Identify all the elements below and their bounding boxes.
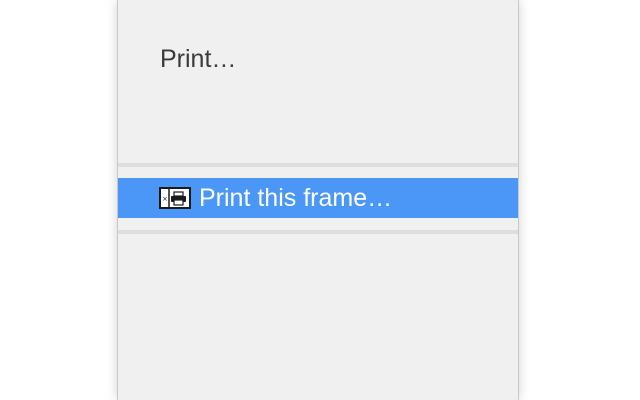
menu-item-print[interactable]: Print… bbox=[160, 40, 236, 78]
menu-separator bbox=[118, 163, 518, 167]
menu-item-print-this-frame[interactable]: × Print this frame… bbox=[118, 178, 518, 218]
context-menu: Print… × Print this frame… bbox=[117, 0, 519, 400]
menu-item-label: Print this frame… bbox=[199, 183, 393, 212]
page: Print… × Print this frame… bbox=[0, 0, 640, 400]
print-frame-icon: × bbox=[159, 187, 191, 209]
menu-separator bbox=[118, 230, 518, 234]
svg-text:×: × bbox=[162, 195, 168, 203]
